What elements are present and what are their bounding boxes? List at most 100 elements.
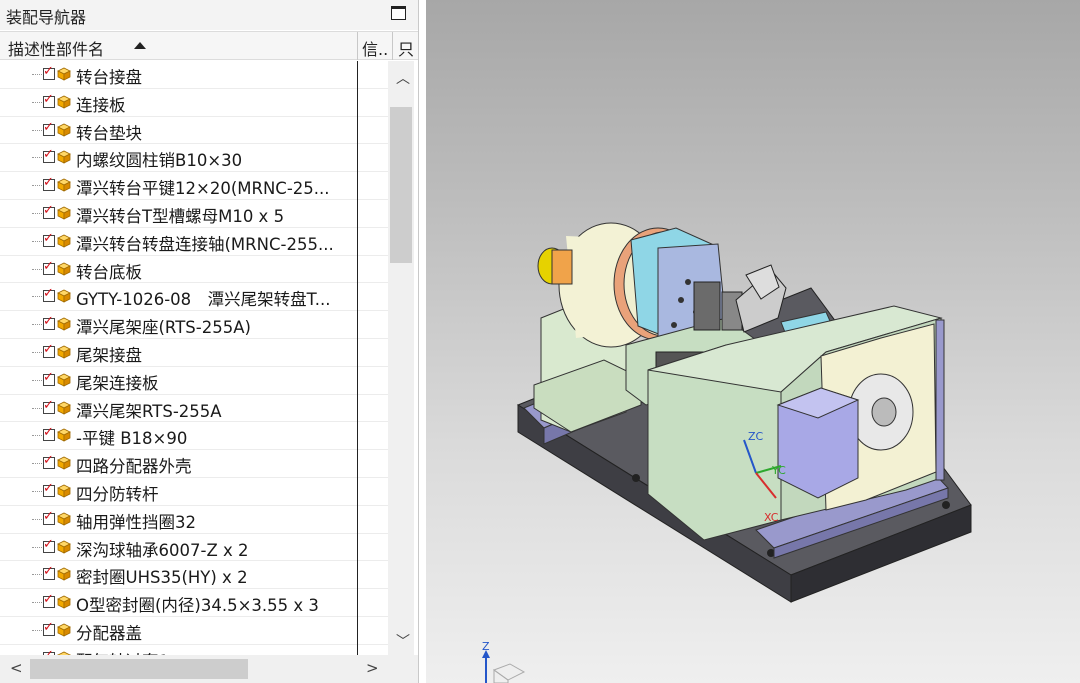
part-tree-row[interactable]: ✓ 轴用弹性挡圈32 <box>0 506 388 534</box>
part-name-label: 密封圈UHS35(HY) x 2 <box>76 568 248 588</box>
visibility-checkbox[interactable]: ✓ <box>43 175 55 192</box>
tree-connector <box>32 157 42 159</box>
scrollbar-corner <box>388 655 418 683</box>
visibility-checkbox[interactable]: ✓ <box>43 453 55 470</box>
tree-connector <box>32 185 42 187</box>
checkmark-icon: ✓ <box>43 91 54 107</box>
visibility-checkbox[interactable]: ✓ <box>43 620 55 636</box>
visibility-checkbox[interactable]: ✓ <box>43 537 55 553</box>
vertical-scroll-thumb[interactable] <box>390 107 412 263</box>
part-icon <box>57 289 71 304</box>
part-tree-row[interactable]: ✓ 潭兴转台T型槽螺母M10 x 5 <box>0 200 388 228</box>
visibility-checkbox[interactable]: ✓ <box>43 509 55 525</box>
part-name-label: 轴用弹性挡圈32 <box>76 512 196 532</box>
part-tree-row[interactable]: ✓ 转台垫块 <box>0 117 388 145</box>
part-name-label: 潭兴转台T型槽螺母M10 x 5 <box>76 206 285 226</box>
part-icon <box>57 512 71 526</box>
visibility-checkbox[interactable]: ✓ <box>43 370 55 386</box>
scroll-down-icon[interactable]: ﹀ <box>396 631 410 651</box>
visibility-checkbox[interactable]: ✓ <box>43 564 55 581</box>
column-divider[interactable] <box>357 32 358 60</box>
visibility-checkbox[interactable]: ✓ <box>43 231 55 247</box>
visibility-checkbox[interactable]: ✓ <box>43 203 55 219</box>
part-icon <box>57 206 71 220</box>
part-icon <box>57 262 71 276</box>
checkmark-icon: ✓ <box>43 564 54 580</box>
part-tree-row[interactable]: ✓ 深沟球轴承6007-Z x 2 <box>0 534 388 562</box>
tree-connector <box>32 324 42 326</box>
visibility-checkbox[interactable]: ✓ <box>43 592 55 609</box>
part-tree-row[interactable]: ✓ O型密封圈(内径)34.5×3.55 x 3 <box>0 589 388 617</box>
maximize-icon[interactable] <box>391 6 406 20</box>
tree-connector <box>32 518 42 520</box>
tree-connector <box>32 268 42 270</box>
part-name-label: 转台底板 <box>76 262 142 282</box>
tree-connector <box>32 463 42 465</box>
xc-axis-label: XC <box>764 511 779 524</box>
part-icon <box>57 623 71 637</box>
assembly-navigator-panel: 装配导航器 描述性部件名 信.. 只 ✓ 转台接盘 ✓ 连接板 ✓ 转台垫块 ✓ 内螺纹圆柱销… <box>0 0 418 683</box>
part-tree-row[interactable]: ✓ 尾架连接板 <box>0 367 388 395</box>
checkmark-icon: ✓ <box>43 397 54 413</box>
part-tree-row[interactable]: ✓ 转台底板 <box>0 256 388 284</box>
column-divider[interactable] <box>392 32 393 60</box>
visibility-checkbox[interactable]: ✓ <box>43 398 55 414</box>
visibility-checkbox[interactable]: ✓ <box>43 481 55 497</box>
column-header-name[interactable]: 描述性部件名 <box>8 36 104 60</box>
part-name-label: 内螺纹圆柱销B10×30 <box>76 151 243 171</box>
part-tree-row[interactable]: ✓ 四分防转杆 <box>0 478 388 506</box>
visibility-checkbox[interactable]: ✓ <box>43 147 55 164</box>
column-header-readonly[interactable]: 只 <box>398 36 414 60</box>
tree-connector <box>32 74 42 75</box>
vertical-scrollbar[interactable]: ︿ ﹀ <box>388 61 414 655</box>
tree-connector <box>32 407 42 409</box>
part-tree-row[interactable]: ✓ 连接板 <box>0 89 388 117</box>
part-tree-row[interactable]: ✓ 潭兴转台平键12×20(MRNC-25... <box>0 172 388 200</box>
tree-connector <box>32 351 42 353</box>
checkmark-icon: ✓ <box>43 453 54 469</box>
sort-ascending-icon[interactable] <box>134 42 146 49</box>
scroll-left-icon[interactable]: < <box>10 659 23 677</box>
part-name-label: 四分防转杆 <box>76 484 159 504</box>
tree-connector <box>32 129 42 131</box>
part-name-label: 潭兴转台转盘连接轴(MRNC-255... <box>76 234 334 254</box>
visibility-checkbox[interactable]: ✓ <box>43 92 55 108</box>
part-tree-row[interactable]: ✓ 内螺纹圆柱销B10×30 <box>0 144 388 173</box>
scroll-right-icon[interactable]: > <box>366 659 379 677</box>
part-tree-row[interactable]: ✓ 四路分配器外壳 <box>0 450 388 478</box>
scroll-up-icon[interactable]: ︿ <box>396 68 410 88</box>
part-tree-row[interactable]: ✓ 配气轴过套1 <box>0 645 388 655</box>
column-header-info[interactable]: 信.. <box>362 36 390 60</box>
panel-splitter[interactable] <box>418 0 426 683</box>
part-tree-row[interactable]: ✓ 潭兴尾架RTS-255A <box>0 395 388 423</box>
part-icon <box>57 95 71 109</box>
visibility-checkbox[interactable]: ✓ <box>43 120 55 136</box>
tree-connector <box>32 546 42 548</box>
part-tree-row[interactable]: ✓ 潭兴尾架座(RTS-255A) <box>0 311 388 339</box>
horizontal-scrollbar[interactable]: < > <box>0 655 388 683</box>
part-tree-row[interactable]: ✓ 密封圈UHS35(HY) x 2 <box>0 561 388 590</box>
horizontal-scroll-thumb[interactable] <box>30 659 248 679</box>
part-name-label: 分配器盖 <box>76 623 142 643</box>
visibility-checkbox[interactable]: ✓ <box>43 286 55 303</box>
visibility-checkbox[interactable]: ✓ <box>43 425 55 442</box>
part-name-label: 深沟球轴承6007-Z x 2 <box>76 540 249 560</box>
checkmark-icon: ✓ <box>43 202 54 218</box>
checkmark-icon: ✓ <box>43 369 54 385</box>
visibility-checkbox[interactable]: ✓ <box>43 314 55 331</box>
visibility-checkbox[interactable]: ✓ <box>43 64 55 80</box>
part-tree-row[interactable]: ✓ 尾架接盘 <box>0 339 388 367</box>
part-name-label: 潭兴尾架RTS-255A <box>76 401 222 421</box>
part-tree-row[interactable]: ✓ -平键 B18×90 <box>0 422 388 451</box>
checkmark-icon: ✓ <box>43 536 54 552</box>
column-grid-line <box>357 61 358 655</box>
part-name-label: 尾架连接板 <box>76 373 159 393</box>
visibility-checkbox[interactable]: ✓ <box>43 342 55 358</box>
part-tree-row[interactable]: ✓ GYTY-1026-08 潭兴尾架转盘T... <box>0 283 388 312</box>
graphics-viewport[interactable]: ZC YC XC Z <box>426 0 1080 683</box>
part-tree-row[interactable]: ✓ 潭兴转台转盘连接轴(MRNC-255... <box>0 228 388 256</box>
visibility-checkbox[interactable]: ✓ <box>43 259 55 275</box>
part-tree-row[interactable]: ✓ 分配器盖 <box>0 617 388 645</box>
assembly-model-3d[interactable]: ZC YC XC Z <box>426 0 1080 683</box>
part-tree-row[interactable]: ✓ 转台接盘 <box>0 61 388 89</box>
